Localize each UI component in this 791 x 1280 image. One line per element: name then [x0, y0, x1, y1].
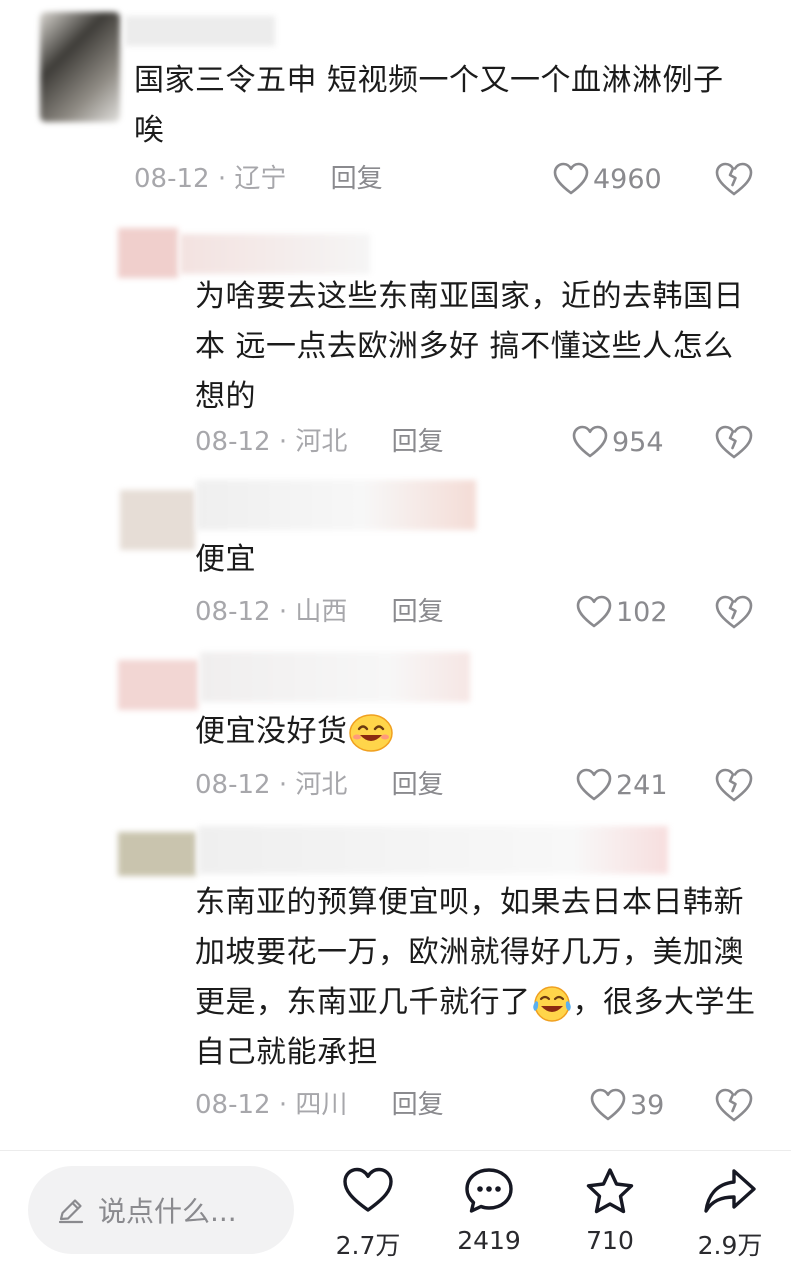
like-button[interactable]: 241 [576, 765, 668, 805]
comment-date: 08-12 [195, 427, 271, 457]
reply-button[interactable]: 回复 [392, 770, 444, 800]
divider [0, 1150, 791, 1151]
like-button[interactable]: 954 [572, 422, 664, 462]
comment-bubble-icon [465, 1168, 513, 1213]
comment-meta: 08-12 · 辽宁 回复 [134, 159, 383, 199]
comment-meta: 08-12 · 山西 回复 [195, 592, 444, 632]
like-count: 39 [630, 1089, 665, 1121]
avatar[interactable] [118, 660, 198, 710]
comment-input[interactable]: 说点什么... [28, 1166, 294, 1254]
comment-location: 河北 [295, 770, 348, 800]
broken-heart-icon[interactable] [714, 159, 754, 199]
comment-location: 河北 [295, 427, 348, 457]
like-button[interactable]: 39 [590, 1085, 664, 1125]
share-button[interactable]: 2.9万 [680, 1160, 780, 1260]
heart-icon [576, 768, 612, 801]
comment-text-body: 便宜没好货 [195, 714, 348, 749]
meta-separator: · [278, 1090, 288, 1120]
meta-separator: · [278, 427, 288, 457]
avatar[interactable] [120, 490, 195, 550]
heart-icon [343, 1167, 393, 1212]
comment-date: 08-12 [195, 597, 271, 627]
avatar[interactable] [40, 12, 120, 122]
username-mask [125, 16, 275, 46]
heart-icon [590, 1088, 626, 1121]
tears-of-joy-emoji-icon [532, 985, 571, 1022]
avatar[interactable] [118, 228, 178, 278]
comment-location: 四川 [295, 1090, 348, 1120]
username-mask [196, 480, 476, 530]
comment-button[interactable]: 2419 [439, 1160, 539, 1260]
heart-icon [553, 162, 589, 195]
meta-separator: · [278, 597, 288, 627]
pencil-icon [58, 1199, 84, 1224]
broken-heart-icon[interactable] [714, 422, 754, 462]
laughing-emoji-icon [348, 713, 393, 752]
like-count: 4960 [593, 163, 662, 195]
like-count: 954 [612, 426, 664, 458]
favorite-count: 710 [586, 1226, 634, 1255]
favorite-button[interactable]: 710 [560, 1160, 660, 1260]
share-count: 2.9万 [697, 1231, 763, 1260]
reply-button[interactable]: 回复 [392, 597, 444, 627]
like-button[interactable]: 102 [576, 592, 668, 632]
comment-meta: 08-12 · 河北 回复 [195, 765, 444, 805]
comment-text: 东南亚的预算便宜呗，如果去日本日韩新加坡要花一万，欧洲就得好几万，美加澳更是，东… [195, 878, 760, 1078]
username-mask [198, 826, 668, 874]
heart-icon [576, 595, 612, 628]
reply-button[interactable]: 回复 [392, 1090, 444, 1120]
share-arrow-icon [704, 1169, 756, 1213]
username-mask [200, 652, 470, 702]
comment-meta: 08-12 · 四川 回复 [195, 1085, 444, 1125]
meta-separator: · [217, 164, 227, 194]
heart-icon [572, 425, 608, 458]
like-count: 241 [616, 769, 668, 801]
avatar[interactable] [118, 832, 196, 876]
star-icon [586, 1168, 634, 1214]
comment-count: 2419 [457, 1226, 521, 1255]
comment-text: 国家三令五申 短视频一个又一个血淋淋例子 唉 [134, 63, 724, 148]
broken-heart-icon[interactable] [714, 592, 754, 632]
broken-heart-icon[interactable] [714, 765, 754, 805]
comment-location: 辽宁 [234, 164, 287, 194]
comment-location: 山西 [295, 597, 348, 627]
comment-text: 便宜 [195, 542, 256, 577]
like-count: 102 [616, 596, 668, 628]
like-video-button[interactable]: 2.7万 [318, 1160, 418, 1260]
comment-date: 08-12 [195, 1090, 271, 1120]
username-mask [180, 234, 370, 274]
like-video-count: 2.7万 [335, 1231, 401, 1260]
comment-text: 便宜没好货 [195, 707, 760, 757]
comment-text: 为啥要去这些东南亚国家，近的去韩国日本 远一点去欧洲多好 搞不懂这些人怎么想的 [195, 279, 744, 414]
meta-separator: · [278, 770, 288, 800]
comment-meta: 08-12 · 河北 回复 [195, 422, 444, 462]
reply-button[interactable]: 回复 [331, 164, 383, 194]
reply-button[interactable]: 回复 [392, 427, 444, 457]
broken-heart-icon[interactable] [714, 1085, 754, 1125]
comment-date: 08-12 [134, 164, 210, 194]
comment-input-placeholder: 说点什么... [98, 1195, 237, 1228]
comment-date: 08-12 [195, 770, 271, 800]
like-button[interactable]: 4960 [553, 159, 662, 199]
